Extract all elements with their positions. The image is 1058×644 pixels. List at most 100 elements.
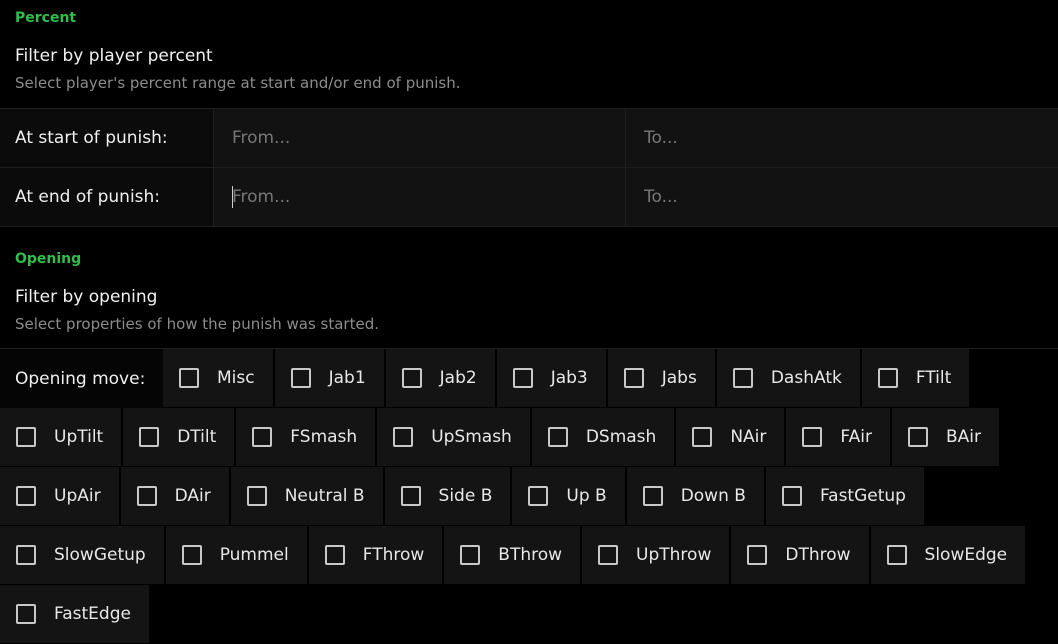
opening-move-checkbox[interactable]: FastEdge — [0, 585, 149, 643]
checkbox-icon[interactable] — [642, 486, 663, 506]
percent-description: Select player's percent range at start a… — [15, 74, 461, 92]
checkbox-label: Misc — [217, 368, 255, 388]
opening-move-checkbox[interactable]: UpThrow — [582, 526, 730, 584]
opening-move-checkbox[interactable]: Down B — [626, 467, 764, 525]
opening-move-grid: Opening move: Misc Jab1 Jab2 Jab3 Jabs DashAtk… — [0, 348, 1058, 644]
checkbox-label: UpAir — [54, 486, 101, 506]
checkbox-label: Up B — [566, 486, 607, 506]
opening-move-checkbox[interactable]: UpTilt — [0, 408, 122, 466]
checkbox-label: SlowGetup — [54, 545, 146, 565]
opening-description: Select properties of how the punish was … — [15, 315, 379, 333]
checkbox-label: BThrow — [498, 545, 563, 565]
checkbox-icon[interactable] — [393, 427, 414, 447]
checkbox-label: DTilt — [177, 427, 217, 447]
checkbox-label: Side B — [438, 486, 493, 506]
opening-move-checkbox[interactable]: FTilt — [861, 349, 970, 407]
opening-move-label: Opening move: — [0, 349, 163, 408]
end-percent-to-input[interactable] — [625, 168, 1058, 226]
opening-move-checkbox[interactable]: Side B — [384, 467, 511, 525]
checkbox-icon[interactable] — [290, 368, 311, 388]
checkbox-icon[interactable] — [139, 427, 160, 447]
checkbox-label: Jab1 — [328, 368, 366, 388]
opening-move-checkbox[interactable]: DAir — [120, 467, 229, 525]
end-percent-from-input[interactable] — [213, 168, 625, 226]
checkbox-label: DashAtk — [770, 368, 842, 388]
opening-move-checkbox[interactable]: Up B — [512, 467, 625, 525]
opening-move-checkbox[interactable]: DThrow — [731, 526, 869, 584]
start-percent-to-input[interactable] — [625, 109, 1058, 167]
checkbox-label: UpThrow — [636, 545, 712, 565]
opening-move-row: SlowGetup Pummel FThrow BThrow UpThrow DThrow… — [0, 526, 1058, 585]
checkbox-label: SlowEdge — [924, 545, 1008, 565]
checkbox-icon[interactable] — [16, 545, 36, 565]
opening-move-checkbox[interactable]: FAir — [786, 408, 890, 466]
opening-move-checkbox[interactable]: Jab1 — [274, 349, 384, 407]
checkbox-icon[interactable] — [16, 427, 36, 447]
checkbox-icon[interactable] — [400, 486, 421, 506]
checkbox-label: Jabs — [661, 368, 697, 388]
opening-move-checkbox[interactable]: NAir — [676, 408, 785, 466]
opening-move-checkbox[interactable]: Misc — [163, 349, 273, 407]
checkbox-icon[interactable] — [512, 368, 533, 388]
start-percent-label: At start of punish: — [0, 109, 213, 167]
opening-move-row: Opening move: Misc Jab1 Jab2 Jab3 Jabs DashAtk… — [0, 349, 1058, 408]
opening-move-checkbox[interactable]: DSmash — [531, 408, 675, 466]
opening-move-checkbox[interactable]: SlowEdge — [870, 526, 1026, 584]
opening-move-checkbox[interactable]: BAir — [891, 408, 999, 466]
checkbox-label: FastGetup — [819, 486, 906, 506]
checkbox-icon[interactable] — [732, 368, 753, 388]
checkbox-icon[interactable] — [528, 486, 549, 506]
checkbox-icon[interactable] — [907, 427, 928, 447]
checkbox-icon[interactable] — [179, 368, 199, 388]
start-percent-from-input[interactable] — [213, 109, 625, 167]
opening-move-checkbox[interactable]: Pummel — [165, 526, 307, 584]
opening-move-checkbox[interactable]: UpAir — [0, 467, 119, 525]
text-caret — [232, 186, 233, 208]
checkbox-label: UpTilt — [54, 427, 104, 447]
checkbox-icon[interactable] — [877, 368, 898, 388]
checkbox-icon[interactable] — [460, 545, 481, 565]
opening-move-checkbox[interactable]: DashAtk — [716, 349, 860, 407]
checkbox-icon[interactable] — [598, 545, 619, 565]
checkbox-icon[interactable] — [324, 545, 345, 565]
opening-move-checkbox[interactable]: FSmash — [236, 408, 376, 466]
checkbox-icon[interactable] — [136, 486, 157, 506]
opening-move-row: FastEdge — [0, 585, 1058, 644]
checkbox-label: Down B — [680, 486, 746, 506]
checkbox-icon[interactable] — [401, 368, 422, 388]
checkbox-label: Jab2 — [439, 368, 477, 388]
opening-section-title: Opening — [15, 251, 82, 267]
checkbox-icon[interactable] — [747, 545, 768, 565]
checkbox-icon[interactable] — [252, 427, 273, 447]
checkbox-label: DSmash — [585, 427, 657, 447]
checkbox-icon[interactable] — [246, 486, 267, 506]
opening-move-checkbox[interactable]: Jabs — [607, 349, 715, 407]
checkbox-label: FastEdge — [54, 604, 131, 624]
checkbox-icon[interactable] — [623, 368, 644, 388]
opening-move-checkbox[interactable]: UpSmash — [377, 408, 530, 466]
checkbox-icon[interactable] — [781, 486, 802, 506]
checkbox-label: Neutral B — [284, 486, 365, 506]
checkbox-icon[interactable] — [692, 427, 713, 447]
checkbox-icon[interactable] — [16, 486, 36, 506]
opening-move-checkbox[interactable]: FThrow — [308, 526, 443, 584]
opening-move-checkbox[interactable]: FastGetup — [765, 467, 924, 525]
percent-heading: Filter by player percent — [15, 46, 213, 66]
opening-move-checkbox[interactable]: Jab2 — [385, 349, 495, 407]
opening-move-checkbox[interactable]: SlowGetup — [0, 526, 164, 584]
end-percent-row: At end of punish: — [0, 168, 1058, 227]
opening-move-checkbox[interactable]: BThrow — [444, 526, 581, 584]
checkbox-label: Jab3 — [550, 368, 588, 388]
opening-move-checkbox[interactable]: Neutral B — [230, 467, 383, 525]
checkbox-icon[interactable] — [16, 604, 36, 624]
checkbox-icon[interactable] — [886, 545, 907, 565]
checkbox-label: DThrow — [785, 545, 851, 565]
checkbox-icon[interactable] — [547, 427, 568, 447]
opening-heading: Filter by opening — [15, 287, 158, 307]
opening-move-checkbox[interactable]: Jab3 — [496, 349, 606, 407]
checkbox-icon[interactable] — [802, 427, 823, 447]
checkbox-icon[interactable] — [181, 545, 202, 565]
checkbox-label: FThrow — [362, 545, 425, 565]
end-percent-label: At end of punish: — [0, 168, 213, 226]
opening-move-checkbox[interactable]: DTilt — [123, 408, 235, 466]
